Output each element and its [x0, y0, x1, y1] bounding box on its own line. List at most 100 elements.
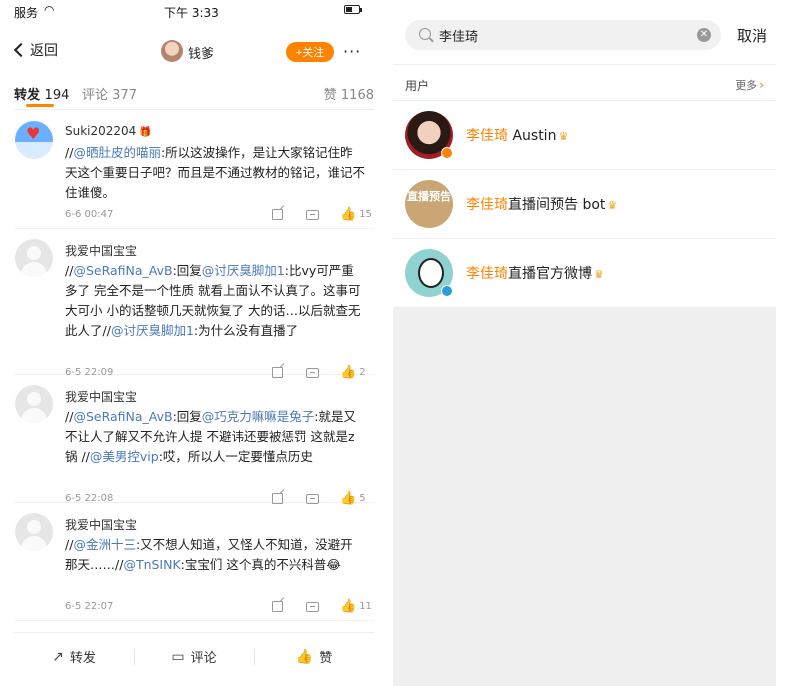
- tab-like[interactable]: 赞 1168: [324, 84, 374, 103]
- user-name: 李佳琦直播官方微博 ♛: [466, 263, 604, 283]
- tab-comment[interactable]: 评论 377: [82, 84, 137, 103]
- crown-icon: ♛: [558, 130, 569, 143]
- avatar[interactable]: [15, 239, 53, 277]
- share-button[interactable]: [272, 599, 306, 614]
- section-label: 用户: [405, 79, 430, 93]
- repost-text: //@金洲十三:又不想人知道，又怪人不知道，没避开那天……//@TnSINK:宝…: [65, 535, 365, 575]
- user-results-header: 用户 更多 ›: [393, 65, 776, 101]
- crown-icon: ♛: [594, 268, 604, 281]
- more-dots-icon[interactable]: ···: [343, 42, 361, 61]
- tab-repost[interactable]: 转发 194: [14, 84, 69, 103]
- author-avatar[interactable]: [161, 40, 183, 62]
- crown-icon: ♛: [607, 199, 618, 212]
- repost-label: 转发: [69, 651, 96, 666]
- user-result-row[interactable]: 李佳琦直播官方微博 ♛: [393, 239, 776, 308]
- text-segment: :宝宝们 这个真的不兴科普😂: [180, 557, 341, 572]
- avatar[interactable]: [15, 385, 53, 423]
- like-icon: 👍: [295, 648, 314, 665]
- like-icon: 👍: [340, 599, 357, 614]
- repost-item[interactable]: 我爱中国宝宝 //@SeRafiNa_AvB:回复@讨厌臭脚加1:比vy可严重多了…: [14, 229, 374, 380]
- repost-text: //@SeRafiNa_AvB:回复@巧克力嘛嘛是兔子:就是又不让人了解又不允许…: [65, 407, 365, 467]
- search-screen: ✕ 取消 用户 更多› 李佳琦 Austin♛ 直播预告 李佳琦直播间预告 bo…: [393, 0, 776, 686]
- bottom-action-bar: ↗ 转发 ▭ 评论 👍 赞: [14, 632, 374, 680]
- comment-icon: ▭: [171, 648, 185, 665]
- comment-icon: [306, 493, 319, 504]
- like-label: 赞: [319, 651, 333, 666]
- text-segment: :回复: [172, 409, 202, 424]
- mention-link[interactable]: @SeRafiNa_AvB: [73, 263, 172, 278]
- more-users-link[interactable]: 更多 ›: [735, 77, 764, 93]
- username-text: 我爱中国宝宝: [65, 518, 138, 532]
- repost-text: //@晒肚皮的喵丽:所以这波操作，是让大家铭记住昨天这个重要日子吧？而且是不通过…: [65, 143, 365, 203]
- username-text: 我爱中国宝宝: [65, 244, 138, 258]
- like-button[interactable]: 👍 赞: [254, 633, 374, 681]
- mention-link[interactable]: @美男控vip: [90, 449, 159, 464]
- repost-username[interactable]: 我爱中国宝宝: [65, 516, 137, 533]
- active-tab-indicator: [26, 104, 54, 107]
- text-segment: :回复: [172, 263, 202, 278]
- author-name[interactable]: 钱爹: [188, 43, 214, 62]
- tab-like-count: 1168: [340, 88, 374, 103]
- like-button[interactable]: 👍 15: [340, 207, 374, 222]
- repost-time: 6-6 00:47: [65, 209, 114, 220]
- chevron-right-icon: ›: [759, 78, 764, 92]
- follow-button[interactable]: +关注: [286, 42, 334, 62]
- search-bar[interactable]: ✕: [405, 20, 721, 50]
- wifi-icon: ◠: [44, 3, 55, 17]
- repost-username[interactable]: 我爱中国宝宝: [65, 242, 137, 259]
- cancel-button[interactable]: 取消: [737, 25, 767, 46]
- user-name-rest: Austin: [508, 128, 557, 144]
- user-name-rest: 直播间预告 bot: [508, 197, 606, 213]
- verified-icon: [441, 147, 453, 159]
- comment-icon: [306, 209, 319, 220]
- avatar[interactable]: [15, 121, 53, 159]
- mention-link[interactable]: @巧克力嘛嘛是兔子: [202, 409, 315, 424]
- user-name-rest: 直播官方微博: [508, 266, 592, 282]
- repost-item[interactable]: 我爱中国宝宝 //@SeRafiNa_AvB:回复@巧克力嘛嘛是兔子:就是又不让人…: [14, 375, 374, 506]
- chevron-left-icon: [14, 42, 29, 58]
- search-input[interactable]: [439, 25, 689, 45]
- mention-link[interactable]: @讨厌臭脚加1: [111, 323, 194, 338]
- comment-icon: [306, 601, 319, 612]
- more-label: 更多: [735, 79, 758, 92]
- repost-text: //@SeRafiNa_AvB:回复@讨厌臭脚加1:比vy可严重多了 完全不是一…: [65, 261, 365, 341]
- tab-comment-count: 377: [112, 88, 137, 103]
- repost-list: Suki202204🎁 //@晒肚皮的喵丽:所以这波操作，是让大家铭记住昨天这个重…: [14, 111, 374, 621]
- share-button[interactable]: [272, 207, 306, 222]
- avatar[interactable]: [15, 513, 53, 551]
- search-icon: [419, 28, 431, 40]
- mention-link[interactable]: @金洲十三: [73, 537, 136, 552]
- mention-link[interactable]: @SeRafiNa_AvB: [73, 409, 172, 424]
- user-name: 李佳琦 Austin ♛: [466, 125, 568, 145]
- mention-link[interactable]: @TnSINK: [123, 557, 180, 572]
- text-segment: :哎，所以人一定要懂点历史: [158, 449, 313, 464]
- share-icon: [272, 601, 283, 612]
- comment-label: 评论: [190, 651, 217, 666]
- repost-button[interactable]: ↗ 转发: [14, 633, 134, 681]
- like-count: 15: [359, 209, 372, 220]
- user-result-row[interactable]: 李佳琦 Austin ♛: [393, 101, 776, 170]
- back-label: 返回: [30, 43, 58, 59]
- comment-button[interactable]: [306, 599, 340, 614]
- repost-item[interactable]: 我爱中国宝宝 //@金洲十三:又不想人知道，又怪人不知道，没避开那天……//@Tn…: [14, 503, 374, 621]
- repost-username[interactable]: 我爱中国宝宝: [65, 388, 137, 405]
- status-bar: 服务 ◠ 下午 3:33: [14, 0, 374, 22]
- comment-button[interactable]: [306, 207, 340, 222]
- repost-username[interactable]: Suki202204 🎁: [65, 124, 152, 138]
- nav-bar: 返回 钱爹 +关注 ···: [14, 34, 374, 68]
- user-name-highlight: 李佳琦: [466, 266, 508, 282]
- share-icon: [272, 209, 283, 220]
- tab-comment-label: 评论: [82, 88, 109, 103]
- clear-icon[interactable]: ✕: [697, 28, 711, 42]
- mention-link[interactable]: @晒肚皮的喵丽: [73, 145, 161, 160]
- tab-repost-label: 转发: [14, 88, 41, 103]
- mention-link[interactable]: @讨厌臭脚加1: [202, 263, 285, 278]
- repost-actions: 👍 11: [272, 599, 374, 614]
- share-icon: ↗: [52, 648, 64, 665]
- comment-button[interactable]: ▭ 评论: [134, 633, 254, 681]
- like-button[interactable]: 👍 11: [340, 599, 374, 614]
- repost-item[interactable]: Suki202204🎁 //@晒肚皮的喵丽:所以这波操作，是让大家铭记住昨天这个重…: [14, 111, 374, 229]
- repost-time: 6-5 22:07: [65, 601, 114, 612]
- user-result-row[interactable]: 直播预告 李佳琦直播间预告 bot ♛: [393, 170, 776, 239]
- back-button[interactable]: 返回: [14, 40, 58, 60]
